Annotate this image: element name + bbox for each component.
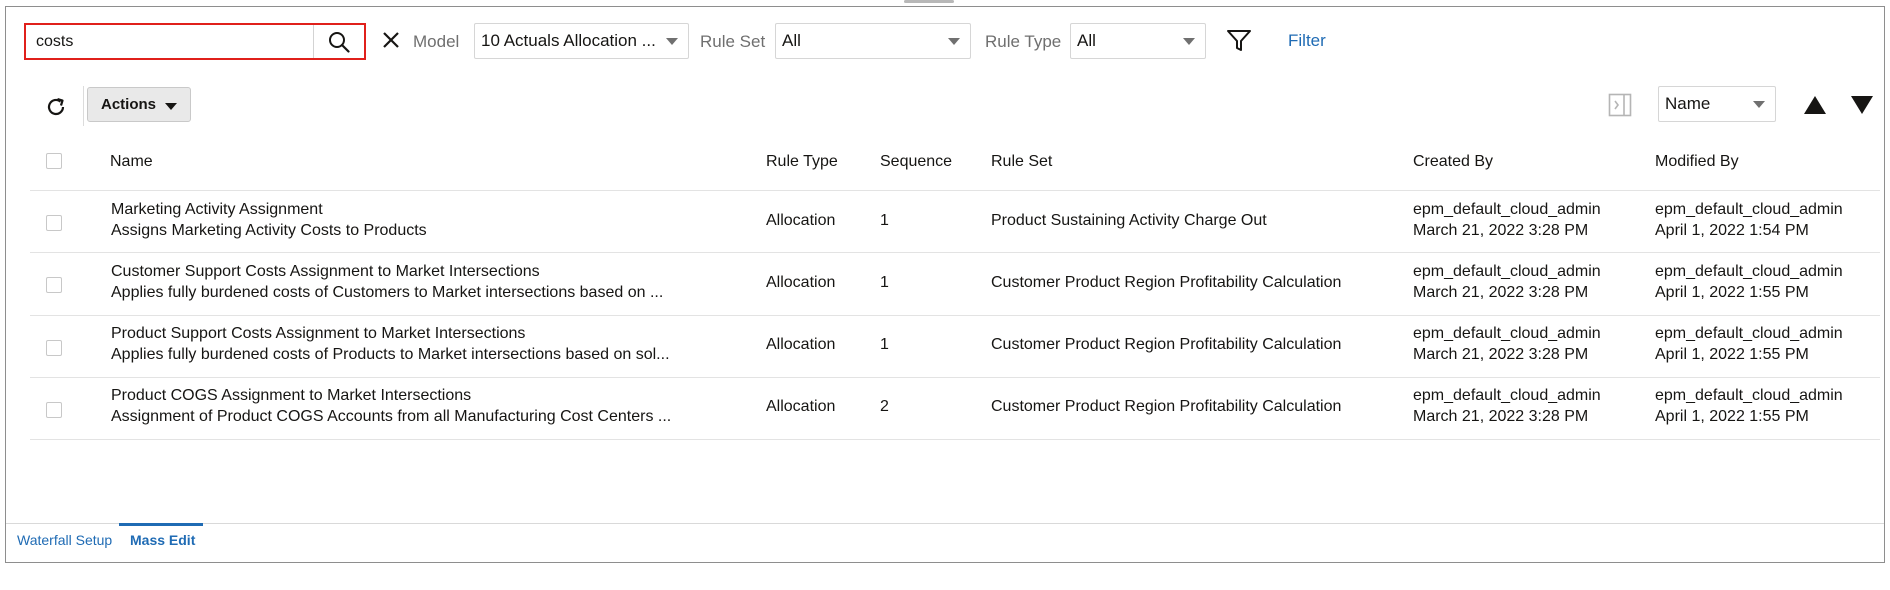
chevron-down-icon [666,37,678,45]
actions-label: Actions [100,96,156,113]
sort-descending-icon[interactable] [1851,96,1873,114]
search-button[interactable] [314,25,364,58]
rule-type-cell: Allocation [766,398,836,415]
ruleset-select-value: All [782,31,801,50]
chevron-down-icon [1183,37,1195,45]
toolbar-separator [83,86,84,126]
row-divider [30,377,1880,378]
created-by-cell: epm_default_cloud_admin [1413,263,1601,280]
created-date-cell: March 21, 2022 3:28 PM [1413,408,1589,425]
created-date-cell: March 21, 2022 3:28 PM [1413,222,1589,239]
sequence-cell: 1 [880,336,889,353]
rule-type-cell: Allocation [766,274,836,291]
row-checkbox[interactable] [46,402,62,418]
rule-set-cell: Product Sustaining Activity Charge Out [991,212,1267,229]
rule-name[interactable]: Marketing Activity Assignment [111,201,323,219]
model-label: Model [413,32,460,51]
actions-menu-button[interactable]: Actions [87,87,191,122]
row-divider [30,252,1880,253]
rule-set-cell: Customer Product Region Profitability Ca… [991,274,1342,291]
chevron-down-icon [1753,100,1765,108]
created-by-cell: epm_default_cloud_admin [1413,201,1601,218]
column-header-sequence[interactable]: Sequence [880,153,952,171]
search-icon [329,31,350,53]
column-header-rule-set[interactable]: Rule Set [991,153,1052,171]
resize-grip[interactable] [904,0,954,3]
caret-down-icon [165,102,177,110]
modified-by-cell: epm_default_cloud_admin [1655,387,1843,404]
filter-icon[interactable] [1226,29,1252,53]
ruletype-select[interactable]: All [1070,23,1206,59]
sort-by-select[interactable]: Name [1658,86,1776,122]
detail-panel-toggle-icon[interactable] [1608,93,1632,117]
select-all-checkbox[interactable] [46,153,62,169]
rule-type-cell: Allocation [766,212,836,229]
created-by-cell: epm_default_cloud_admin [1413,325,1601,342]
chevron-down-icon [948,37,960,45]
rule-name[interactable]: Product COGS Assignment to Market Inters… [111,387,471,405]
column-header-created-by[interactable]: Created By [1413,153,1493,171]
created-date-cell: March 21, 2022 3:28 PM [1413,346,1589,363]
modified-date-cell: April 1, 2022 1:55 PM [1655,346,1809,363]
created-by-cell: epm_default_cloud_admin [1413,387,1601,404]
model-select[interactable]: 10 Actuals Allocation ... [474,23,689,59]
sequence-cell: 2 [880,398,889,415]
modified-by-cell: epm_default_cloud_admin [1655,201,1843,218]
row-divider [30,439,1880,440]
rule-description: Applies fully burdened costs of Customer… [111,284,664,301]
modified-date-cell: April 1, 2022 1:55 PM [1655,284,1809,301]
column-header-name[interactable]: Name [110,153,153,171]
sequence-cell: 1 [880,212,889,229]
filter-link[interactable]: Filter [1288,31,1326,51]
modified-by-cell: epm_default_cloud_admin [1655,263,1843,280]
rule-description: Applies fully burdened costs of Products… [111,346,670,363]
rule-name[interactable]: Product Support Costs Assignment to Mark… [111,325,525,343]
modified-by-cell: epm_default_cloud_admin [1655,325,1843,342]
column-header-rule-type[interactable]: Rule Type [766,153,838,171]
rule-set-cell: Customer Product Region Profitability Ca… [991,398,1342,415]
refresh-icon[interactable] [44,95,68,119]
rule-set-cell: Customer Product Region Profitability Ca… [991,336,1342,353]
created-date-cell: March 21, 2022 3:28 PM [1413,284,1589,301]
row-checkbox[interactable] [46,340,62,356]
rule-type-cell: Allocation [766,336,836,353]
sort-by-value: Name [1665,94,1711,113]
row-divider [30,315,1880,316]
sort-ascending-icon[interactable] [1804,96,1826,114]
tab-mass-edit[interactable]: Mass Edit [130,532,195,548]
rule-description: Assigns Marketing Activity Costs to Prod… [111,222,427,239]
rule-description: Assignment of Product COGS Accounts from… [111,408,672,425]
row-checkbox[interactable] [46,277,62,293]
modified-date-cell: April 1, 2022 1:55 PM [1655,408,1809,425]
search-box [24,23,366,60]
search-input[interactable] [26,25,314,58]
header-divider [30,190,1880,191]
row-checkbox[interactable] [46,215,62,231]
ruleset-select[interactable]: All [775,23,971,59]
ruletype-label: Rule Type [985,32,1062,51]
model-select-value: 10 Actuals Allocation ... [481,31,656,50]
column-header-modified-by[interactable]: Modified By [1655,153,1739,171]
rule-name[interactable]: Customer Support Costs Assignment to Mar… [111,263,540,281]
sequence-cell: 1 [880,274,889,291]
modified-date-cell: April 1, 2022 1:54 PM [1655,222,1809,239]
ruleset-label: Rule Set [700,32,766,51]
active-tab-indicator [119,523,203,526]
tab-bar-divider [6,523,1884,524]
clear-search-icon[interactable] [381,30,401,50]
tab-waterfall-setup[interactable]: Waterfall Setup [17,532,112,548]
ruletype-select-value: All [1077,31,1096,50]
